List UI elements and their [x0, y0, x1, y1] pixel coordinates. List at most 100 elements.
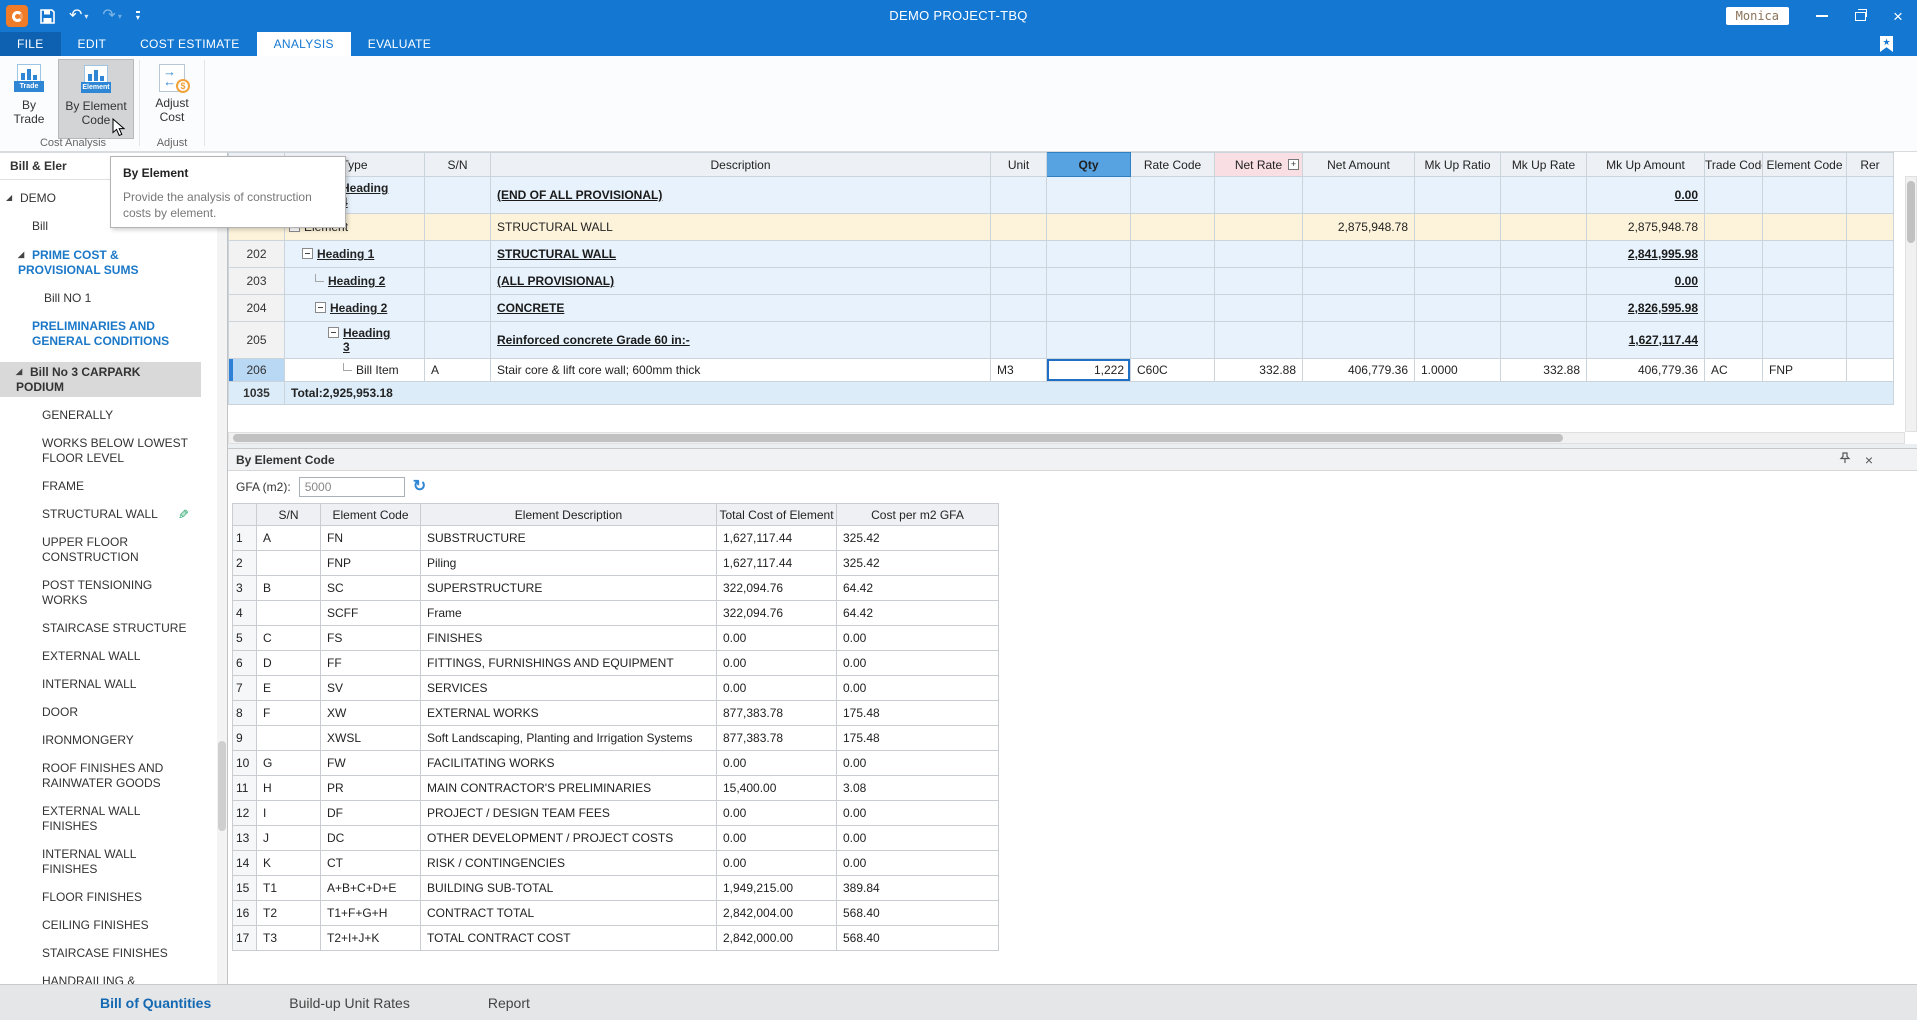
element-table-cell[interactable]: 0.00	[837, 851, 999, 876]
grid-cell-net_amount[interactable]	[1303, 295, 1415, 322]
collapse-icon[interactable]	[302, 248, 313, 259]
grid-cell-unit[interactable]	[991, 322, 1047, 359]
grid-cell-mk_amount[interactable]: 0.00	[1587, 268, 1705, 295]
column-header-desc[interactable]: Description	[491, 153, 991, 177]
element-table-header-s-n[interactable]: S/N	[257, 504, 321, 526]
grid-cell-qty[interactable]	[1047, 295, 1131, 322]
grid-cell-element_code[interactable]	[1763, 177, 1847, 214]
grid-cell-net_rate[interactable]	[1215, 268, 1303, 295]
element-table-cell[interactable]: 1,949,215.00	[717, 876, 837, 901]
element-table-cell[interactable]: SCFF	[321, 601, 421, 626]
element-table-cell[interactable]: T3	[257, 926, 321, 951]
grid-cell-qty[interactable]	[1047, 268, 1131, 295]
close-button[interactable]: ×	[1879, 0, 1917, 32]
by-trade-button[interactable]: Trade ByTrade	[4, 59, 54, 139]
grid-cell-element_code[interactable]	[1763, 214, 1847, 241]
grid-cell-trade_code[interactable]: AC	[1705, 359, 1763, 382]
element-table-cell[interactable]: E	[257, 676, 321, 701]
element-table-row[interactable]: 9XWSLSoft Landscaping, Planting and Irri…	[233, 726, 999, 751]
element-table-row[interactable]: 1AFNSUBSTRUCTURE1,627,117.44325.42	[233, 526, 999, 551]
grid-cell-mk_rate[interactable]	[1501, 322, 1587, 359]
adjust-cost-button[interactable]: →→ $ AdjustCost	[144, 59, 200, 139]
sidebar-item[interactable]: PRELIMINARIES AND GENERAL CONDITIONS	[0, 319, 227, 349]
panel-close-icon[interactable]: ×	[1865, 453, 1873, 467]
element-table-cell[interactable]: 0.00	[837, 651, 999, 676]
sidebar-item[interactable]: Bill NO 1	[0, 291, 227, 306]
sidebar-item[interactable]: DOOR	[0, 705, 227, 720]
grid-vertical-scrollbar[interactable]	[1905, 176, 1917, 432]
element-table-row[interactable]: 8FXWEXTERNAL WORKS877,383.78175.48	[233, 701, 999, 726]
element-table-cell[interactable]: 64.42	[837, 601, 999, 626]
grid-cell-rate_code[interactable]	[1131, 295, 1215, 322]
element-table-cell[interactable]: 0.00	[837, 626, 999, 651]
element-table-cell[interactable]: 0.00	[837, 826, 999, 851]
grid-cell-rem[interactable]	[1847, 295, 1894, 322]
element-table-cell[interactable]: 64.42	[837, 576, 999, 601]
redo-button[interactable]: ↷▾	[100, 8, 123, 24]
element-table-row[interactable]: 13JDCOTHER DEVELOPMENT / PROJECT COSTS0.…	[233, 826, 999, 851]
row-number[interactable]: 202	[229, 241, 285, 268]
element-table-cell[interactable]: 5	[233, 626, 257, 651]
element-table-cell[interactable]: 1,627,117.44	[717, 526, 837, 551]
element-table-cell[interactable]: DF	[321, 801, 421, 826]
element-table-cell[interactable]: FINISHES	[421, 626, 717, 651]
refresh-icon[interactable]: ↻	[413, 479, 426, 495]
element-table-cell[interactable]: 0.00	[717, 626, 837, 651]
grid-cell-net_rate[interactable]	[1215, 177, 1303, 214]
grid-cell-qty[interactable]: 1,222	[1047, 359, 1131, 382]
element-table-cell[interactable]: 568.40	[837, 926, 999, 951]
grid-cell-net_amount[interactable]	[1303, 177, 1415, 214]
grid-cell-trade_code[interactable]	[1705, 322, 1763, 359]
grid-cell-rem[interactable]	[1847, 214, 1894, 241]
element-table-cell[interactable]: XWSL	[321, 726, 421, 751]
row-number[interactable]: 204	[229, 295, 285, 322]
element-table-row[interactable]: 3BSCSUPERSTRUCTURE322,094.7664.42	[233, 576, 999, 601]
element-table-cell[interactable]: 325.42	[837, 551, 999, 576]
element-table-row[interactable]: 16T2T1+F+G+HCONTRACT TOTAL2,842,004.0056…	[233, 901, 999, 926]
customize-quick-access-button[interactable]: ▾	[134, 11, 142, 22]
element-table-cell[interactable]: 0.00	[717, 676, 837, 701]
element-table-cell[interactable]: 10	[233, 751, 257, 776]
menu-tab-analysis[interactable]: ANALYSIS	[257, 32, 351, 56]
element-table-cell[interactable]: TOTAL CONTRACT COST	[421, 926, 717, 951]
element-table-cell[interactable]	[257, 726, 321, 751]
element-table-row[interactable]: 17T3T2+I+J+KTOTAL CONTRACT COST2,842,000…	[233, 926, 999, 951]
element-table-row[interactable]: 2FNPPiling1,627,117.44325.42	[233, 551, 999, 576]
column-header-qty[interactable]: Qty	[1047, 153, 1131, 177]
grid-cell-mk_ratio[interactable]	[1415, 268, 1501, 295]
grid-cell-sn[interactable]	[425, 295, 491, 322]
tree-expand-icon[interactable]: ◢	[16, 364, 30, 379]
element-table-row[interactable]: 7ESVSERVICES0.000.00	[233, 676, 999, 701]
sidebar-scrollbar[interactable]	[217, 181, 227, 984]
element-table-cell[interactable]: SERVICES	[421, 676, 717, 701]
element-table-cell[interactable]: XW	[321, 701, 421, 726]
sidebar-scrollbar-thumb[interactable]	[218, 741, 226, 831]
element-table-row[interactable]: 6DFFFITTINGS, FURNISHINGS AND EQUIPMENT0…	[233, 651, 999, 676]
grid-row[interactable]: 206Bill ItemAStair core & lift core wall…	[229, 359, 1894, 382]
sidebar-item[interactable]: CEILING FINISHES	[0, 918, 227, 933]
grid-row[interactable]: 202Heading 1STRUCTURAL WALL2,841,995.98	[229, 241, 1894, 268]
column-header-mk_amount[interactable]: Mk Up Amount	[1587, 153, 1705, 177]
row-number[interactable]: 203	[229, 268, 285, 295]
element-table-cell[interactable]: 389.84	[837, 876, 999, 901]
grid-cell-rate_code[interactable]	[1131, 322, 1215, 359]
grid-horizontal-scrollbar[interactable]	[228, 432, 1905, 444]
grid-cell-unit[interactable]	[991, 295, 1047, 322]
tree-expand-icon[interactable]: ◢	[18, 247, 32, 262]
grid-cell-rem[interactable]	[1847, 241, 1894, 268]
element-table-cell[interactable]: 322,094.76	[717, 576, 837, 601]
element-table-cell[interactable]: C	[257, 626, 321, 651]
element-table-cell[interactable]: EXTERNAL WORKS	[421, 701, 717, 726]
grid-cell-mk_amount[interactable]: 2,826,595.98	[1587, 295, 1705, 322]
grid-cell-desc[interactable]: STRUCTURAL WALL	[491, 214, 991, 241]
element-table-row[interactable]: 14KCTRISK / CONTINGENCIES0.000.00	[233, 851, 999, 876]
element-table-cell[interactable]: 3	[233, 576, 257, 601]
grid-cell-mk_rate[interactable]	[1501, 214, 1587, 241]
grid-cell-type[interactable]: Heading 2	[285, 295, 425, 322]
element-table-cell[interactable]: 1,627,117.44	[717, 551, 837, 576]
expand-column-icon[interactable]: +	[1288, 159, 1299, 170]
user-badge[interactable]: Monica	[1726, 7, 1789, 25]
grid-cell-trade_code[interactable]	[1705, 295, 1763, 322]
grid-cell-type[interactable]: Bill Item	[285, 359, 425, 382]
grid-cell-qty[interactable]	[1047, 322, 1131, 359]
